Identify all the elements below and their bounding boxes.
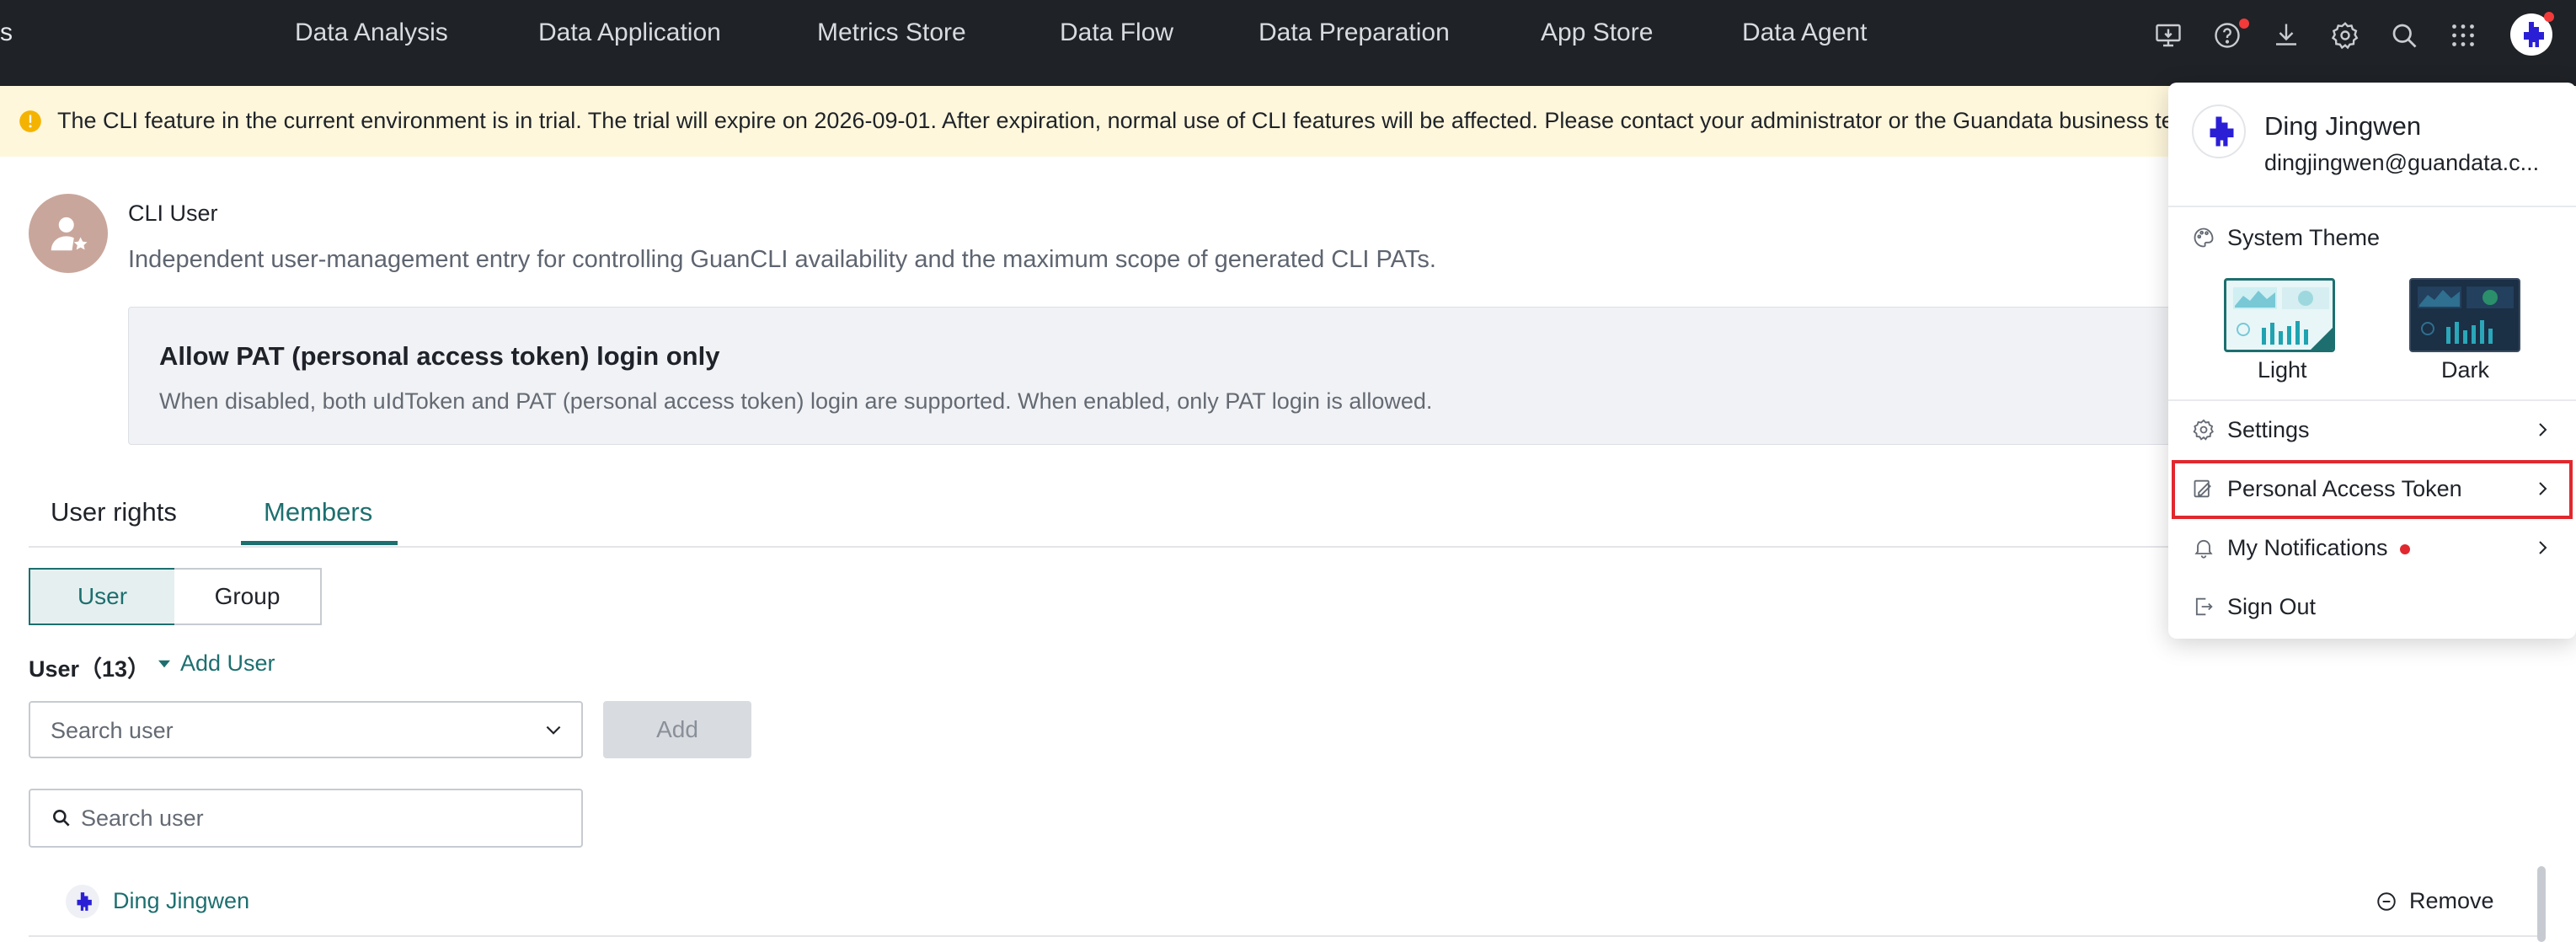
remove-member-button[interactable]: Remove	[2376, 888, 2494, 914]
tabs-divider	[29, 546, 2185, 548]
monitor-download-icon[interactable]	[2150, 17, 2187, 54]
nav-data-flow[interactable]: Data Flow	[1060, 19, 1173, 47]
dark-theme-preview-icon	[2418, 286, 2514, 344]
minus-circle-icon	[2377, 891, 2396, 911]
cli-user-title: CLI User	[128, 201, 218, 226]
search-icon[interactable]	[2386, 17, 2423, 54]
table-row: Ding Jingwen Remove	[29, 876, 2539, 937]
chevron-down-icon	[546, 725, 561, 735]
system-theme-header: System Theme	[2168, 211, 2576, 266]
pat-login-option-description: When disabled, both uIdToken and PAT (pe…	[159, 388, 1433, 414]
help-notification-dot	[2239, 19, 2249, 29]
user-star-icon	[51, 217, 88, 251]
menu-item-my-notifications[interactable]: My Notifications	[2168, 521, 2576, 576]
search-user-select[interactable]: Search user	[29, 701, 583, 758]
segment-user-button[interactable]: User	[29, 568, 176, 625]
top-navigation-bar: s Data Analysis Data Application Metrics…	[0, 0, 2576, 86]
settings-label: Settings	[2227, 417, 2310, 442]
menu-divider	[2168, 206, 2576, 207]
nav-app-store[interactable]: App Store	[1541, 19, 1653, 47]
nav-data-agent[interactable]: Data Agent	[1742, 19, 1867, 47]
sign-out-label: Sign Out	[2227, 594, 2317, 619]
segment-group-button[interactable]: Group	[174, 568, 322, 625]
menu-item-settings[interactable]: Settings	[2168, 403, 2576, 458]
notification-dot	[2399, 543, 2410, 554]
search-user-select-placeholder: Search user	[51, 718, 174, 743]
avatar-notification-dot	[2544, 12, 2554, 22]
nav-truncated-item[interactable]: s	[0, 19, 13, 47]
token-edit-icon	[2194, 479, 2211, 498]
theme-light-option[interactable]	[2224, 278, 2335, 352]
cli-user-description: Independent user-management entry for co…	[128, 246, 1436, 273]
pat-login-option-card: Allow PAT (personal access token) login …	[128, 307, 2259, 445]
menu-avatar	[2192, 104, 2246, 158]
gear-icon	[2193, 419, 2214, 441]
add-button[interactable]: Add	[603, 701, 751, 758]
trial-warning-text: The CLI feature in the current environme…	[57, 108, 2206, 133]
menu-item-sign-out[interactable]: Sign Out	[2168, 580, 2576, 635]
menu-user-email: dingjingwen@guandata.c...	[2264, 150, 2540, 175]
theme-light-label: Light	[2258, 357, 2307, 383]
menu-divider	[2168, 399, 2576, 401]
personal-access-token-label: Personal Access Token	[2227, 476, 2462, 501]
theme-dark-label: Dark	[2441, 357, 2490, 383]
nav-data-analysis[interactable]: Data Analysis	[295, 19, 448, 47]
user-dropdown-menu: Ding Jingwen dingjingwen@guandata.c... S…	[2168, 83, 2576, 639]
system-theme-label: System Theme	[2227, 225, 2381, 250]
pixel-avatar-icon	[77, 892, 92, 911]
cli-user-avatar	[29, 194, 108, 273]
menu-user-name: Ding Jingwen	[2264, 111, 2422, 141]
sign-out-icon	[2195, 597, 2213, 616]
menu-item-personal-access-token[interactable]: Personal Access Token	[2172, 460, 2573, 519]
chevron-right-icon	[2539, 482, 2547, 495]
app-grid-icon[interactable]	[2445, 17, 2482, 54]
add-user-toggle[interactable]: Add User	[158, 650, 275, 677]
download-icon[interactable]	[2268, 17, 2305, 54]
add-user-label: Add User	[180, 650, 275, 676]
nav-metrics-store[interactable]: Metrics Store	[817, 19, 966, 47]
nav-data-preparation[interactable]: Data Preparation	[1259, 19, 1450, 47]
pat-login-option-title: Allow PAT (personal access token) login …	[159, 341, 720, 371]
warning-icon	[19, 110, 41, 132]
user-count-label: User（13）	[29, 656, 151, 682]
my-notifications-label: My Notifications	[2227, 535, 2410, 561]
theme-dark-option[interactable]	[2409, 278, 2520, 352]
caret-down-icon	[158, 660, 170, 667]
bell-icon	[2194, 539, 2213, 559]
member-avatar	[66, 885, 99, 918]
active-tab-indicator	[241, 541, 398, 545]
gear-icon[interactable]	[2327, 17, 2364, 54]
scrollbar[interactable]	[2537, 866, 2546, 942]
pixel-avatar-icon	[2524, 22, 2544, 47]
pixel-avatar-icon	[2210, 116, 2234, 147]
user-avatar-button[interactable]	[2510, 12, 2554, 56]
search-icon	[53, 810, 70, 827]
remove-label: Remove	[2409, 888, 2494, 913]
light-theme-preview-icon	[2233, 287, 2329, 345]
member-search-field[interactable]	[29, 789, 583, 848]
member-search-input[interactable]	[81, 799, 553, 838]
tab-user-rights[interactable]: User rights	[51, 497, 177, 527]
chevron-right-icon	[2539, 541, 2547, 554]
help-icon[interactable]	[2209, 17, 2249, 54]
palette-icon	[2194, 227, 2214, 248]
nav-data-application[interactable]: Data Application	[538, 19, 721, 47]
chevron-right-icon	[2539, 423, 2547, 436]
member-name-link[interactable]: Ding Jingwen	[113, 888, 249, 914]
tab-members[interactable]: Members	[264, 497, 372, 527]
